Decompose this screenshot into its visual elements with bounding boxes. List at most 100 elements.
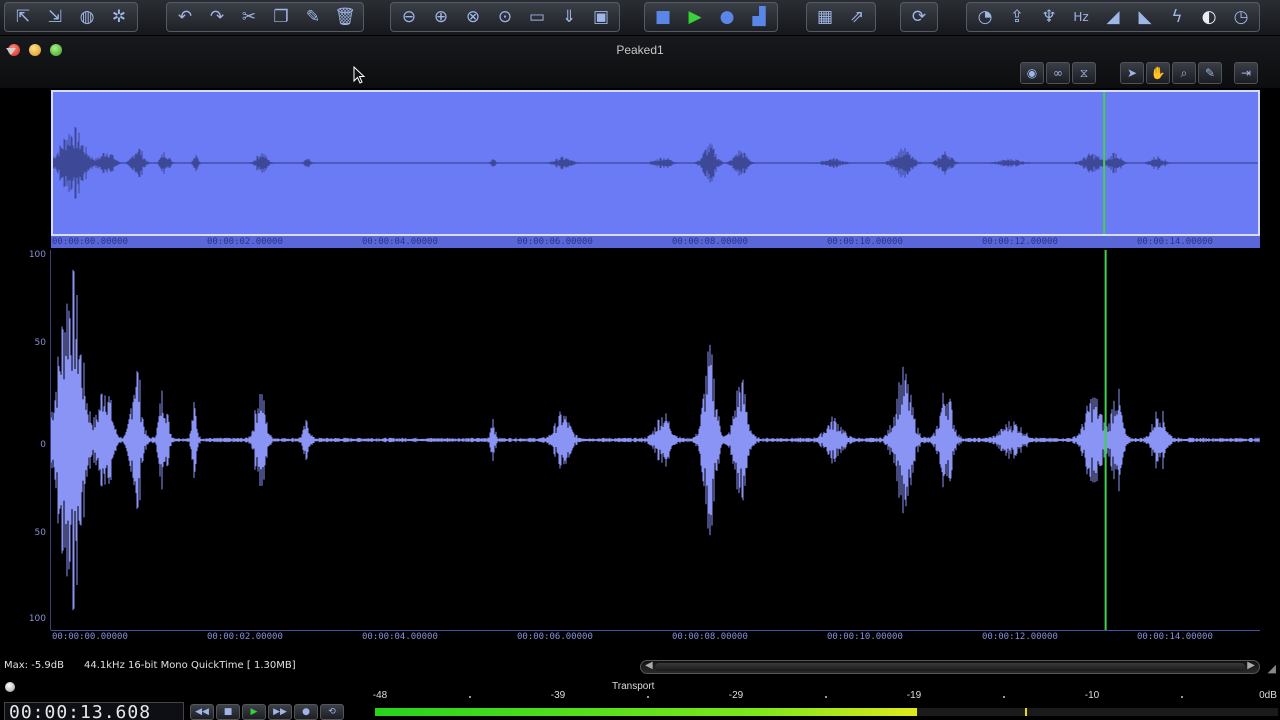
toolbar-group-6: ⟳ <box>900 2 938 32</box>
scroll-left-icon[interactable]: ◀ <box>645 660 653 671</box>
level-meter-peak <box>1025 708 1028 716</box>
time-ruler-tick-label: 00:00:10.00000 <box>827 632 903 642</box>
horizontal-scrollbar[interactable]: ◀ ▶ <box>640 660 1260 674</box>
transport-fast-forward-icon[interactable]: ▶▶ <box>268 704 292 720</box>
overview-waveform[interactable] <box>51 90 1260 236</box>
undo-icon[interactable]: ↶ <box>170 4 200 30</box>
amplitude-tick-label: 100 <box>28 250 46 260</box>
meter-tick-label: -39 <box>550 690 566 701</box>
meter-tick-label: -10 <box>1084 690 1100 701</box>
transport-rewind-icon[interactable]: ◀◀ <box>190 704 214 720</box>
volume-knob[interactable] <box>5 682 15 692</box>
pointer-tool-icon[interactable]: ➤ <box>1120 62 1144 84</box>
toolbar-group-7: ◔ ⇪ ♆ Hz ◢ ◣ ϟ ◐ ◷ <box>966 2 1260 32</box>
scrollbar-thumb[interactable] <box>655 663 1245 671</box>
scissors-icon[interactable]: ✂ <box>234 4 264 30</box>
timecode-display: 00:00:13.608 <box>4 702 184 720</box>
hz-icon[interactable]: Hz <box>1066 4 1096 30</box>
level-meter-fill <box>375 708 917 716</box>
view-tools: ◉ ∞ ⧖ <box>1020 62 1096 84</box>
redo-icon[interactable]: ↷ <box>202 4 232 30</box>
fade-in-icon[interactable]: ◢ <box>1098 4 1128 30</box>
spectrum-icon[interactable]: ◔ <box>970 4 1000 30</box>
toolbar-group-3: ⊖ ⊕ ⊗ ⊙ ▭ ⇓ ▣ <box>390 2 620 32</box>
window-title: Peaked1 <box>616 43 664 57</box>
tape-icon[interactable]: ▭ <box>522 4 552 30</box>
trash-icon[interactable]: 🗑 <box>330 4 360 30</box>
mouse-cursor-icon <box>353 66 366 84</box>
resize-grip-icon[interactable]: ◢ <box>1268 662 1276 675</box>
toolbar-group-5: ▦ ⇗ <box>806 2 876 32</box>
meter-minor-tick <box>469 696 471 698</box>
amplitude-tick-label: 50 <box>34 338 46 348</box>
file-format-readout: 44.1kHz 16-bit Mono QuickTime [ 1.30MB] <box>84 660 296 671</box>
zoom-fit-icon[interactable]: ⊗ <box>458 4 488 30</box>
transport-record-icon[interactable]: ● <box>294 704 318 720</box>
transport-stop-icon[interactable]: ■ <box>216 704 240 720</box>
grid-icon[interactable]: ▦ <box>810 4 840 30</box>
magnifier-tool-icon[interactable]: ⌕ <box>1172 62 1196 84</box>
time-ruler-tick-label: 00:00:04.00000 <box>362 632 438 642</box>
overview-waveform-graphic <box>53 92 1258 234</box>
view-icon[interactable]: ◉ <box>1020 62 1044 84</box>
link-icon[interactable]: ∞ <box>1046 62 1070 84</box>
meter-tick-label: -19 <box>906 690 922 701</box>
export-icon[interactable]: ⇱ <box>8 4 38 30</box>
monitor-icon[interactable]: ▣ <box>586 4 616 30</box>
scroll-right-icon[interactable]: ▶ <box>1247 660 1255 671</box>
time-ruler-tick-label: 00:00:12.00000 <box>982 632 1058 642</box>
fade-out-icon[interactable]: ◣ <box>1130 4 1160 30</box>
toolbar-group-2: ↶ ↷ ✂ ❐ ✎ 🗑 <box>166 2 364 32</box>
transport-loop-icon[interactable]: ⟲ <box>320 704 344 720</box>
record-icon[interactable]: ● <box>712 4 742 30</box>
split-icon[interactable]: ⧖ <box>1072 62 1096 84</box>
meter-tick-label: -48 <box>372 690 388 701</box>
overview-time-ruler[interactable]: 00:00:00.00000 00:00:02.00000 00:00:04.000… <box>51 236 1260 248</box>
contrast-icon[interactable]: ◐ <box>1194 4 1224 30</box>
dial-icon[interactable]: ◷ <box>1226 4 1256 30</box>
gain-icon[interactable]: ϟ <box>1162 4 1192 30</box>
status-bar: Max: -5.9dB 44.1kHz 16-bit Mono QuickTim… <box>0 658 640 674</box>
pencil-tool-icon[interactable]: ✎ <box>1198 62 1222 84</box>
time-ruler-tick-label: 00:00:08.00000 <box>672 632 748 642</box>
meter-minor-tick <box>825 696 827 698</box>
copy-icon[interactable]: ❐ <box>266 4 296 30</box>
meter-minor-tick <box>1181 696 1183 698</box>
panel-toggle-icon[interactable]: ⇥ <box>1234 62 1258 84</box>
overview-ruler-tick-label: 00:00:14.00000 <box>1137 237 1213 247</box>
time-ruler-tick-label: 00:00:02.00000 <box>207 632 283 642</box>
stop-icon[interactable]: ■ <box>648 4 678 30</box>
main-toolbar: ⇱ ⇲ ◍ ✲ ↶ ↷ ✂ ❐ ✎ 🗑 ⊖ ⊕ ⊗ ⊙ ▭ ⇓ ▣ ■ ▶ ● ▟ ▦ ⇗ ⟳ ◔ ⇪ ♆ Hz ◢ ◣ ϟ ◐ ◷ <box>0 0 1280 36</box>
edit-tools: ➤ ✋ ⌕ ✎ <box>1120 62 1222 84</box>
play-icon[interactable]: ▶ <box>680 4 710 30</box>
overview-ruler-tick-label: 00:00:04.00000 <box>362 237 438 247</box>
import-icon[interactable]: ⇲ <box>40 4 70 30</box>
amplitude-tick-label: 0 <box>40 440 46 450</box>
transport-play-icon[interactable]: ▶ <box>242 704 266 720</box>
hand-tool-icon[interactable]: ✋ <box>1146 62 1170 84</box>
export-region-icon[interactable]: ⇗ <box>842 4 872 30</box>
zoom-out-icon[interactable]: ⊖ <box>394 4 424 30</box>
level-meter <box>375 708 1278 716</box>
zoom-selection-icon[interactable]: ⊙ <box>490 4 520 30</box>
loop-icon[interactable]: ⟳ <box>904 4 934 30</box>
paste-icon[interactable]: ✎ <box>298 4 328 30</box>
down-arrow-icon[interactable]: ⇓ <box>554 4 584 30</box>
main-waveform[interactable] <box>50 250 1260 630</box>
meter-minor-tick <box>1003 696 1005 698</box>
globe-icon[interactable]: ◍ <box>72 4 102 30</box>
microphone-icon[interactable]: ♆ <box>1034 4 1064 30</box>
zoom-in-icon[interactable]: ⊕ <box>426 4 456 30</box>
overview-ruler-tick-label: 00:00:02.00000 <box>207 237 283 247</box>
network-icon[interactable]: ✲ <box>104 4 134 30</box>
main-time-ruler[interactable]: 00:00:00.00000 00:00:02.00000 00:00:04.000… <box>51 630 1260 644</box>
time-ruler-tick-label: 00:00:00.00000 <box>52 632 128 642</box>
overview-ruler-tick-label: 00:00:08.00000 <box>672 237 748 247</box>
meter-icon[interactable]: ▟ <box>744 4 774 30</box>
time-ruler-tick-label: 00:00:14.00000 <box>1137 632 1213 642</box>
meter-tick-label: -29 <box>728 690 744 701</box>
window-titlebar: Peaked1 ◉ ∞ ⧖ ➤ ✋ ⌕ ✎ ⇥ <box>0 36 1280 88</box>
disclosure-triangle-icon[interactable] <box>6 48 16 55</box>
main-waveform-graphic <box>50 250 1260 630</box>
upload-icon[interactable]: ⇪ <box>1002 4 1032 30</box>
